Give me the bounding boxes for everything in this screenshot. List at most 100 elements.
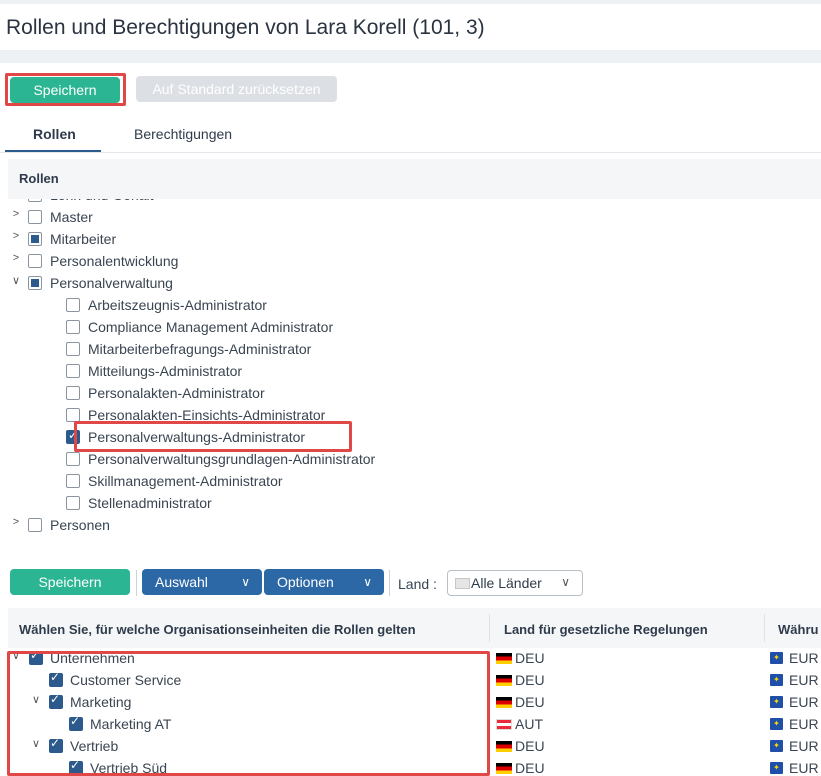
eu-flag-icon: ✦ [770,674,783,686]
role-checkbox[interactable] [66,364,80,378]
column-header-country[interactable]: Land für gesetzliche Regelungen [504,622,708,637]
role-item[interactable]: Personalakten-Administrator [8,382,808,404]
role-label: Master [50,209,93,225]
table-row[interactable]: Marketing AT AUT ✦ EUR [8,713,821,735]
org-checkbox[interactable] [49,670,63,687]
role-checkbox[interactable] [28,254,42,268]
role-label: Compliance Management Administrator [88,319,334,335]
table-row[interactable]: Vertrieb Süd DEU ✦ EUR [8,757,821,776]
org-table-body[interactable]: ∨ Unternehmen DEU ✦ EUR Customer Service DEU ✦ E… [8,649,821,776]
role-item[interactable]: Stellenadministrator [8,492,808,514]
role-checkbox[interactable] [66,474,80,488]
currency-code: EUR [789,760,819,776]
table-row[interactable]: Customer Service DEU ✦ EUR [8,669,821,691]
role-checkbox[interactable] [66,298,80,312]
flag-icon [455,578,470,589]
roles-header-label: Rollen [19,171,59,186]
chevron-right-icon[interactable]: > [10,208,22,220]
role-label: Personen [50,517,110,533]
column-header-currency[interactable]: Währu [778,622,818,637]
role-checkbox[interactable] [28,518,42,532]
role-checkbox[interactable] [66,496,80,510]
role-checkbox[interactable] [66,408,80,422]
chevron-right-icon[interactable]: > [10,252,22,264]
role-item[interactable]: Personalverwaltungsgrundlagen-Administra… [8,448,808,470]
role-label: Skillmanagement-Administrator [88,473,283,489]
chevron-down-icon[interactable]: ∨ [10,649,22,662]
role-item[interactable]: ∨ Personalverwaltung [8,272,808,294]
role-item[interactable]: > Mitarbeiter [8,228,808,250]
eu-flag-icon: ✦ [770,696,783,708]
column-divider [764,614,765,642]
country-select[interactable]: Alle Länder ∨ [447,570,583,596]
currency-code: EUR [789,738,819,754]
chevron-down-icon[interactable]: ∨ [10,274,22,287]
org-unit-label: Unternehmen [50,650,135,666]
role-checkbox[interactable] [66,320,80,334]
role-label: Personalverwaltungs-Administrator [88,429,306,445]
reset-button[interactable]: Auf Standard zurücksetzen [136,76,337,102]
chevron-down-icon[interactable]: ∨ [30,737,42,750]
save-button[interactable]: Speichern [10,77,120,103]
role-label: Mitteilungs-Administrator [88,363,243,379]
role-item[interactable]: >Lohn und Gehalt [8,199,808,206]
flag-icon [496,741,512,752]
roles-tree[interactable]: >Lohn und Gehalt>Master>Mitarbeiter>Pers… [8,199,821,533]
tab-berechtigungen[interactable]: Berechtigungen [134,126,232,142]
role-label: Lohn und Gehalt [50,199,154,203]
role-checkbox[interactable] [66,452,80,466]
optionen-dropdown[interactable]: Optionen ∨ [264,569,384,595]
tab-bar: Rollen Berechtigungen [0,121,821,153]
role-item[interactable]: Skillmanagement-Administrator [8,470,808,492]
org-save-button[interactable]: Speichern [10,569,130,595]
auswahl-dropdown[interactable]: Auswahl ∨ [142,569,262,595]
org-checkbox[interactable] [49,692,63,709]
toolbar-separator [136,570,137,596]
role-label: Personalentwicklung [50,253,179,269]
role-item[interactable]: Arbeitszeugnis-Administrator [8,294,808,316]
role-label: Arbeitszeugnis-Administrator [88,297,267,313]
org-checkbox[interactable] [29,649,43,665]
role-checkbox[interactable] [66,342,80,356]
role-item[interactable]: Personalverwaltungs-Administrator [8,426,808,448]
chevron-down-icon[interactable]: ∨ [30,693,42,706]
title-bar: Rollen und Berechtigungen von Lara Korel… [0,4,821,50]
table-row[interactable]: ∨ Unternehmen DEU ✦ EUR [8,649,821,669]
country-code: AUT [515,716,543,732]
page-title: Rollen und Berechtigungen von Lara Korel… [6,16,485,39]
role-checkbox[interactable] [66,428,80,444]
table-row[interactable]: ∨ Vertrieb DEU ✦ EUR [8,735,821,757]
role-checkbox[interactable] [28,276,42,290]
country-select-value: Alle Länder [471,575,542,591]
role-item[interactable]: Compliance Management Administrator [8,316,808,338]
country-code: DEU [515,760,545,776]
tab-rollen[interactable]: Rollen [33,126,76,142]
org-checkbox[interactable] [69,758,83,775]
role-item[interactable]: > Personen [8,514,808,533]
role-checkbox[interactable] [28,199,42,202]
role-item[interactable]: > Personalentwicklung [8,250,808,272]
country-label: Land : [398,576,437,592]
role-item[interactable]: > Master [8,206,808,228]
chevron-right-icon[interactable]: > [10,516,22,528]
role-checkbox[interactable] [28,210,42,224]
currency-code: EUR [789,716,819,732]
role-item[interactable]: Mitteilungs-Administrator [8,360,808,382]
role-item[interactable]: Personalakten-Einsichts-Administrator [8,404,808,426]
role-checkbox[interactable] [66,386,80,400]
chevron-right-icon[interactable]: > [10,230,22,242]
org-checkbox[interactable] [49,736,63,753]
org-unit-label: Marketing [70,694,132,710]
flag-icon [496,675,512,686]
column-header-org[interactable]: Wählen Sie, für welche Organisationseinh… [19,622,416,637]
flag-icon [496,763,512,774]
org-unit-label: Vertrieb Süd [90,760,168,776]
country-code: DEU [515,672,545,688]
eu-flag-icon: ✦ [770,652,783,664]
org-unit-label: Marketing AT [90,716,172,732]
table-row[interactable]: ∨ Marketing DEU ✦ EUR [8,691,821,713]
org-checkbox[interactable] [69,714,83,731]
role-item[interactable]: Mitarbeiterbefragungs-Administrator [8,338,808,360]
role-checkbox[interactable] [28,232,42,246]
org-unit-label: Customer Service [70,672,182,688]
